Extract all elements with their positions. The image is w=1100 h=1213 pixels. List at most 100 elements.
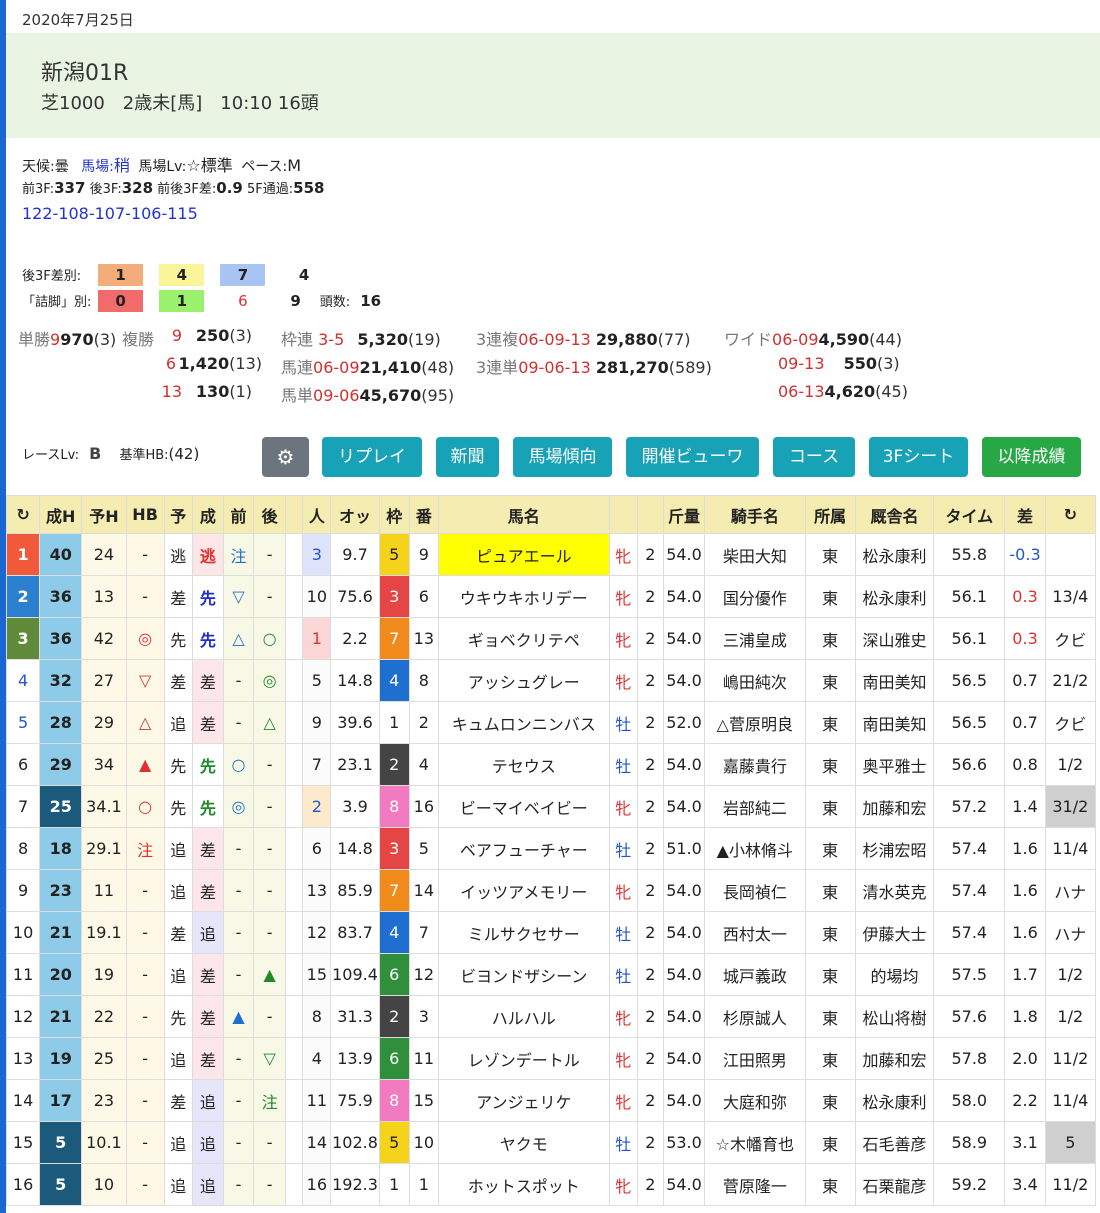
col-odds[interactable]: オッ xyxy=(330,495,380,534)
cell-name[interactable]: ミルサクセサー xyxy=(437,911,610,954)
cell-name[interactable]: ビーマイベイビー xyxy=(437,785,610,828)
wakuren-label: 枠連 xyxy=(281,330,314,349)
table-row: 14 17 23- 差追 - 注 11 75.9 8 15 アンジェリケ牝 2 54.0 大庭和弥東松永康… xyxy=(5,1079,1097,1122)
newspaper-button[interactable]: 新聞 xyxy=(436,437,499,477)
cell-name[interactable]: イッツアメモリー xyxy=(437,869,610,912)
col-seih[interactable]: 成H xyxy=(39,495,83,534)
cell-aff: 東 xyxy=(804,617,856,660)
refresh-icon[interactable]: ↻ xyxy=(5,495,41,534)
cell-name[interactable]: アッシュグレー xyxy=(437,659,610,702)
cell-blank xyxy=(285,1121,304,1164)
cell-aff: 東 xyxy=(804,575,856,618)
meeting-viewer-button[interactable]: 開催ビューワ xyxy=(626,437,759,477)
cell-sei: 差 xyxy=(191,869,224,912)
cell-seih: 5 xyxy=(39,1163,83,1206)
cell-waku: 6 xyxy=(378,953,410,996)
col-horse-name[interactable]: 馬名 xyxy=(437,495,610,534)
cell-ato: ▽ xyxy=(253,1037,287,1080)
col-ninki[interactable]: 人 xyxy=(302,495,332,534)
cell-name[interactable]: ハルハル xyxy=(437,995,610,1038)
col-margin[interactable]: 差 xyxy=(1004,495,1046,534)
fukusho-pop: (3) xyxy=(229,326,252,345)
replay-button[interactable]: リプレイ xyxy=(322,437,422,477)
cell-aff: 東 xyxy=(804,743,856,786)
cell-yoh: 34.1 xyxy=(81,785,127,828)
settings-button[interactable]: ⚙ xyxy=(262,437,309,477)
cell-time: 55.8 xyxy=(933,533,1006,576)
col-ban[interactable]: 番 xyxy=(408,495,439,534)
cell-hb: - xyxy=(125,911,165,954)
cell-rank: 2 xyxy=(5,575,41,618)
cell-seih: 29 xyxy=(39,743,83,786)
cell-name[interactable]: ピュアエール xyxy=(437,533,610,576)
later-results-button[interactable]: 以降成績 xyxy=(982,437,1081,477)
col-ato[interactable]: 後 xyxy=(253,495,287,534)
col-waku[interactable]: 枠 xyxy=(378,495,410,534)
col-sei[interactable]: 成 xyxy=(191,495,224,534)
col-weight[interactable]: 斤量 xyxy=(662,495,706,534)
cell-rank: 7 xyxy=(5,785,41,828)
cell-yoh: 13 xyxy=(81,575,127,618)
cell-rank: 4 xyxy=(5,659,41,702)
cell-sa: 3.4 xyxy=(1004,1163,1046,1206)
cell-mae: - xyxy=(222,1121,255,1164)
cell-name[interactable]: ホットスポット xyxy=(437,1163,610,1206)
cell-sei: 追 xyxy=(191,1163,224,1206)
cell-rank: 15 xyxy=(5,1121,41,1164)
col-affiliation[interactable]: 所属 xyxy=(804,495,856,534)
cell-sex: 牝 xyxy=(608,659,638,702)
cell-aff: 東 xyxy=(804,995,856,1038)
cell-sa: 1.8 xyxy=(1004,995,1046,1038)
cell-ban: 14 xyxy=(408,869,439,912)
cell-name[interactable]: ギョベクリテペ xyxy=(437,617,610,660)
cell-sa: 3.1 xyxy=(1004,1121,1046,1164)
cell-name[interactable]: ウキウキホリデー xyxy=(437,575,610,618)
col-yoh[interactable]: 予H xyxy=(81,495,127,534)
cell-odds: 3.9 xyxy=(330,785,380,828)
col-mae[interactable]: 前 xyxy=(222,495,255,534)
cell-aff: 東 xyxy=(804,1079,856,1122)
cell-ato: △ xyxy=(253,701,287,744)
cell-aff: 東 xyxy=(804,1163,856,1206)
cell-seih: 21 xyxy=(39,911,83,954)
cell-ato: ▲ xyxy=(253,953,287,996)
cell-age: 2 xyxy=(636,785,664,828)
cell-jockey: 城戸義政 xyxy=(704,953,806,996)
wide-num: 06-09 xyxy=(772,330,819,349)
cell-name[interactable]: キュムロンニンバス xyxy=(437,701,610,744)
col-yo[interactable]: 予 xyxy=(163,495,193,534)
cell-hb: 注 xyxy=(125,827,165,870)
race-title: 新潟01R xyxy=(41,61,129,86)
table-row: 16 5 10- 追追 - -16 192.3 1 1 ホットスポット牝 2 54.0 菅原隆一東石栗龍… xyxy=(5,1163,1097,1206)
refresh-icon[interactable]: ↻ xyxy=(1044,495,1097,534)
cell-kin: 54.0 xyxy=(662,953,706,996)
col-hb[interactable]: HB xyxy=(125,495,165,534)
col-trainer[interactable]: 厩舎名 xyxy=(854,495,935,534)
cell-name[interactable]: テセウス xyxy=(437,743,610,786)
cell-name[interactable]: ヤクモ xyxy=(437,1121,610,1164)
col-time[interactable]: タイム xyxy=(933,495,1006,534)
cell-ato: - xyxy=(253,1163,287,1206)
cell-kin: 52.0 xyxy=(662,701,706,744)
cell-rank: 10 xyxy=(5,911,41,954)
cell-rank: 6 xyxy=(5,743,41,786)
umaren: 馬連06-0921,410(48) xyxy=(281,354,454,378)
cell-name[interactable]: アンジェリケ xyxy=(437,1079,610,1122)
course-button[interactable]: コース xyxy=(773,437,855,477)
cell-hb: - xyxy=(125,869,165,912)
cell-name[interactable]: ビヨンドザシーン xyxy=(437,953,610,996)
cell-name[interactable]: ベアフューチャー xyxy=(437,827,610,870)
track-trend-button[interactable]: 馬場傾向 xyxy=(513,437,612,477)
cell-name[interactable]: レゾンデートル xyxy=(437,1037,610,1080)
cell-sex: 牝 xyxy=(608,1079,638,1122)
cell-ban: 11 xyxy=(408,1037,439,1080)
cell-ban: 8 xyxy=(408,659,439,702)
3f-sheet-button[interactable]: 3Fシート xyxy=(869,437,968,477)
cell-yoh: 19.1 xyxy=(81,911,127,954)
col-jockey[interactable]: 騎手名 xyxy=(704,495,806,534)
wakuren: 枠連 3-5 5,320(19) xyxy=(281,326,441,350)
cell-yo: 逃 xyxy=(163,533,193,576)
cell-kin: 54.0 xyxy=(662,575,706,618)
wakuren-value: 5,320 xyxy=(357,330,408,349)
cell-yo: 先 xyxy=(163,995,193,1038)
